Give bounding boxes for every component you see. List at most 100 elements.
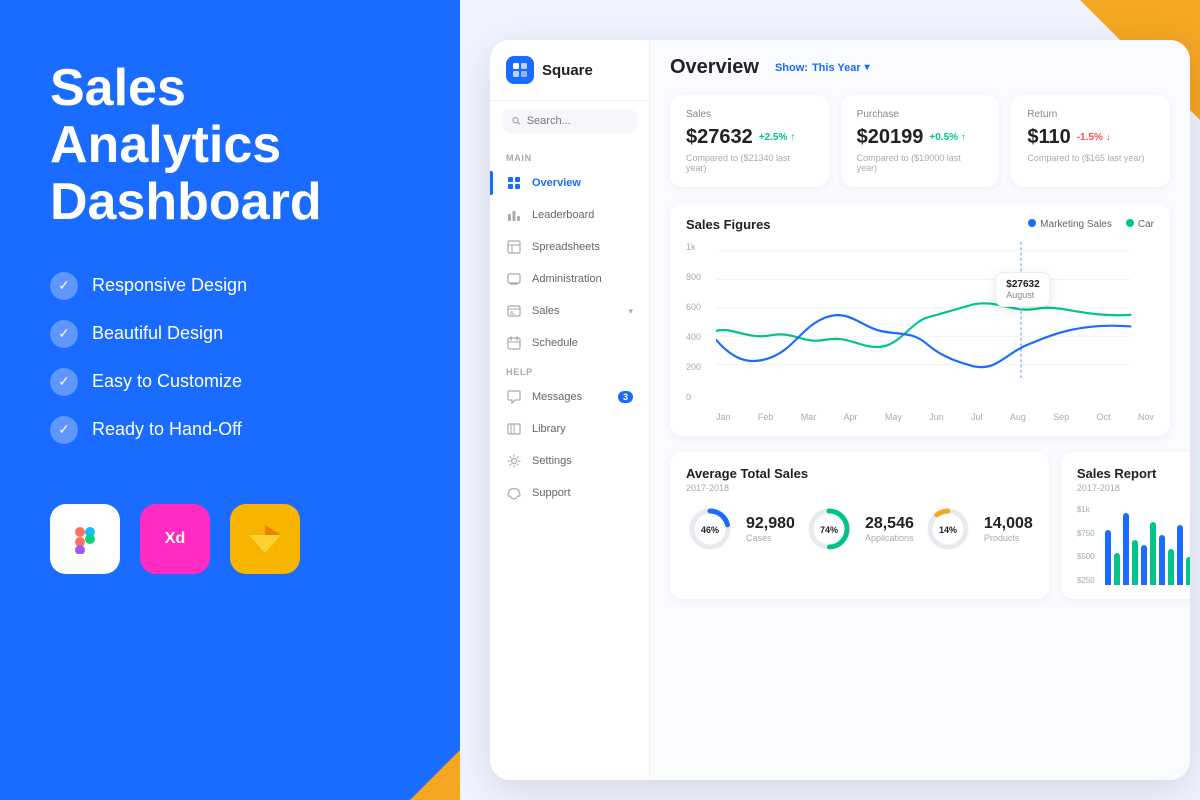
schedule-icon — [506, 335, 522, 351]
feature-item: ✓ Responsive Design — [50, 272, 410, 300]
nav-help-label: HELP — [490, 359, 649, 381]
kpi-label: Purchase — [857, 109, 984, 120]
avg-sales-card: Average Total Sales 2017-2018 46% 92,980 — [670, 452, 1049, 599]
sidebar-label: Spreadsheets — [532, 241, 600, 253]
kpi-value: $27632 +2.5% ↑ — [686, 126, 813, 149]
chart-legend: Marketing Sales Car — [1028, 219, 1154, 230]
settings-icon — [506, 453, 522, 469]
sales-report-sub: 2017-2018 — [1077, 483, 1190, 493]
kpi-value: $20199 +0.5% ↑ — [857, 126, 984, 149]
svg-text:14%: 14% — [939, 525, 957, 535]
kpi-change: -1.5% ↓ — [1077, 132, 1111, 143]
main-content: Overview Show: This Year ▾ Sales $27632 … — [650, 40, 1190, 780]
sidebar-label: Library — [532, 423, 566, 435]
leaderboard-icon — [506, 207, 522, 223]
messages-badge: 3 — [618, 391, 633, 403]
kpi-card-sales: Sales $27632 +2.5% ↑ Compared to ($21340… — [670, 95, 829, 187]
sidebar-item-settings[interactable]: Settings — [490, 445, 649, 477]
bar-y-labels: $1k $750 $500 $250 — [1077, 505, 1095, 585]
chart-title: Sales Figures — [686, 217, 771, 232]
sales-report-title: Sales Report — [1077, 466, 1190, 481]
kpi-row: Sales $27632 +2.5% ↑ Compared to ($21340… — [670, 95, 1170, 187]
check-icon: ✓ — [50, 272, 78, 300]
kpi-card-purchase: Purchase $20199 +0.5% ↑ Compared to ($19… — [841, 95, 1000, 187]
check-icon: ✓ — [50, 416, 78, 444]
donut-chart-cases: 46% — [686, 505, 734, 553]
search-icon — [512, 116, 521, 126]
dashboard-card: Square MAIN Overview Leaderboard — [490, 40, 1190, 780]
logo-text: Square — [542, 62, 593, 79]
administration-icon — [506, 271, 522, 287]
bar-item — [1186, 557, 1190, 585]
sidebar-label: Sales — [532, 305, 560, 317]
sidebar-item-support[interactable]: Support — [490, 477, 649, 509]
tool-icons: Xd — [50, 504, 410, 574]
bar-item — [1132, 540, 1138, 585]
feature-item: ✓ Beautiful Design — [50, 320, 410, 348]
kpi-change: +0.5% ↑ — [929, 132, 965, 143]
search-input[interactable] — [527, 115, 627, 127]
sidebar-item-messages[interactable]: Messages 3 — [490, 381, 649, 413]
support-icon — [506, 485, 522, 501]
sidebar-label: Administration — [532, 273, 602, 285]
sidebar-label: Schedule — [532, 337, 578, 349]
bar-item — [1123, 513, 1129, 585]
show-filter[interactable]: Show: This Year ▾ — [775, 62, 870, 74]
nav-main-label: MAIN — [490, 145, 649, 167]
sidebar-item-administration[interactable]: Administration — [490, 263, 649, 295]
check-icon: ✓ — [50, 368, 78, 396]
bar-chart-area: $1k $750 $500 $250 — [1077, 505, 1190, 585]
bar-item — [1150, 522, 1156, 585]
kpi-sub: Compared to ($165 last year) — [1027, 153, 1154, 163]
sidebar-item-sales[interactable]: Sales ▾ — [490, 295, 649, 327]
svg-text:46%: 46% — [701, 525, 719, 535]
svg-text:74%: 74% — [820, 525, 838, 535]
chevron-down-icon: ▾ — [628, 306, 633, 317]
spreadsheets-icon — [506, 239, 522, 255]
donut-chart-products: 14% — [924, 505, 972, 553]
bar-item — [1177, 525, 1183, 585]
donut-row: 46% 92,980 Cases 7 — [686, 505, 1033, 553]
feature-item: ✓ Easy to Customize — [50, 368, 410, 396]
check-icon: ✓ — [50, 320, 78, 348]
sidebar-label: Leaderboard — [532, 209, 594, 221]
bar-item — [1168, 549, 1174, 585]
kpi-label: Sales — [686, 109, 813, 120]
sidebar-header: Square — [490, 56, 649, 101]
kpi-sub: Compared to ($21340 last year) — [686, 153, 813, 173]
sidebar-item-overview[interactable]: Overview — [490, 167, 649, 199]
sidebar-item-schedule[interactable]: Schedule — [490, 327, 649, 359]
search-bar[interactable] — [502, 109, 637, 133]
donut-item-applications: 74% 28,546 Applications — [805, 505, 914, 553]
figma-icon — [50, 504, 120, 574]
sidebar-item-leaderboard[interactable]: Leaderboard — [490, 199, 649, 231]
chevron-down-icon: ▾ — [865, 62, 870, 73]
sidebar-label: Overview — [532, 177, 581, 189]
sidebar-item-spreadsheets[interactable]: Spreadsheets — [490, 231, 649, 263]
library-icon — [506, 421, 522, 437]
bar-item — [1159, 535, 1165, 585]
bar-item — [1105, 530, 1111, 585]
sidebar-label: Support — [532, 487, 571, 499]
bar-item — [1141, 545, 1147, 585]
left-panel: SalesAnalyticsDashboard ✓ Responsive Des… — [0, 0, 460, 800]
show-label: Show: — [775, 62, 808, 74]
kpi-card-return: Return $110 -1.5% ↓ Compared to ($165 la… — [1011, 95, 1170, 187]
chart-header: Sales Figures Marketing Sales Car — [686, 217, 1154, 232]
right-panel: Square MAIN Overview Leaderboard — [460, 0, 1200, 800]
sales-chart: 1k 800 600 400 200 0 $27632 August J — [686, 242, 1154, 422]
sales-icon — [506, 303, 522, 319]
overview-icon — [506, 175, 522, 191]
chart-tooltip: $27632 August — [995, 272, 1050, 307]
kpi-label: Return — [1027, 109, 1154, 120]
kpi-change: +2.5% ↑ — [759, 132, 795, 143]
kpi-value: $110 -1.5% ↓ — [1027, 126, 1154, 149]
feature-item: ✓ Ready to Hand-Off — [50, 416, 410, 444]
bar-item — [1114, 553, 1120, 585]
donut-chart-applications: 74% — [805, 505, 853, 553]
avg-sales-sub: 2017-2018 — [686, 483, 1033, 493]
bar-chart — [1105, 505, 1190, 585]
xd-icon: Xd — [140, 504, 210, 574]
sales-report-card: Sales Report 2017-2018 $1k $750 $500 $25… — [1061, 452, 1190, 599]
sidebar-item-library[interactable]: Library — [490, 413, 649, 445]
